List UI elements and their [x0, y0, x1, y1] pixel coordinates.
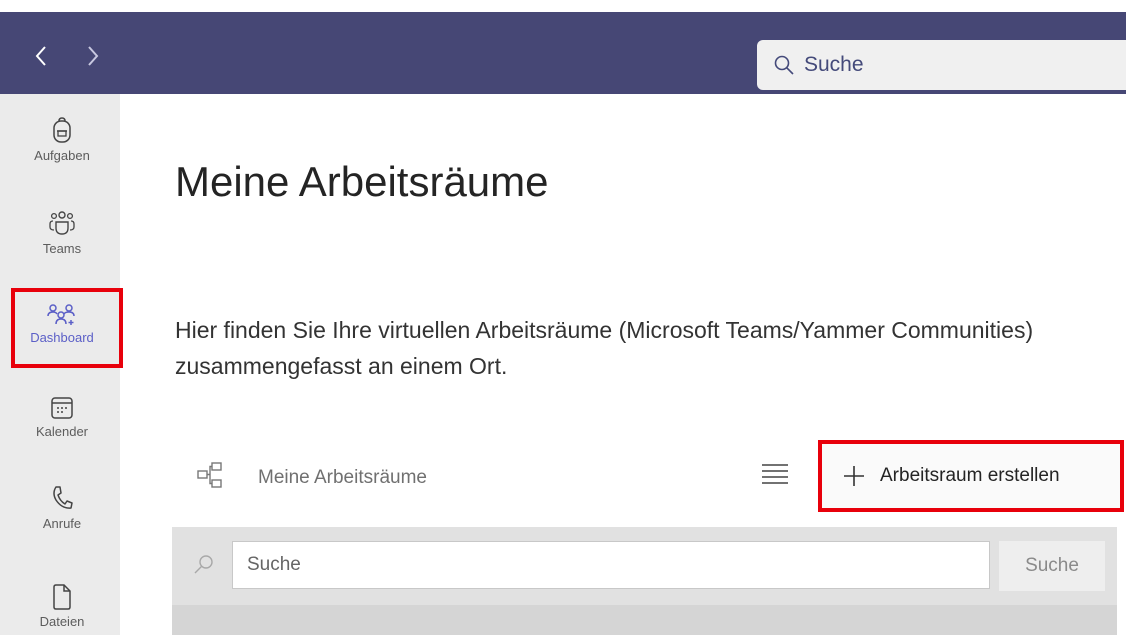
sidebar-item-teams[interactable]: Teams: [8, 209, 116, 256]
global-search-placeholder: Suche: [804, 53, 864, 76]
workspace-section-title: Meine Arbeitsräume: [258, 467, 427, 488]
sidebar-label: Dateien: [39, 614, 85, 629]
chevron-right-icon: [88, 46, 99, 66]
global-search-input[interactable]: Suche: [757, 40, 1126, 90]
sidebar-item-anrufe[interactable]: Anrufe: [8, 484, 116, 531]
plus-icon: [844, 466, 864, 486]
title-bar: Suche: [0, 12, 1126, 94]
sidebar-label: Kalender: [35, 424, 89, 439]
create-workspace-label: Arbeitsraum erstellen: [880, 465, 1060, 486]
workspace-search-button-label: Suche: [1025, 555, 1079, 576]
workspace-search-input[interactable]: Suche: [232, 541, 990, 589]
back-button[interactable]: [26, 41, 56, 71]
search-icon: [194, 555, 213, 574]
file-icon: [53, 584, 71, 610]
page-description: Hier finden Sie Ihre virtuellen Arbeitsr…: [175, 317, 1034, 379]
search-icon: [774, 55, 794, 75]
workspace-search-bar: Suche Suche: [172, 527, 1117, 605]
workspace-list-area: [172, 605, 1117, 635]
calendar-icon: [51, 397, 73, 419]
window-top-strip: [0, 0, 1126, 12]
forward-button[interactable]: [78, 41, 108, 71]
workspace-tree-icon: [197, 462, 222, 488]
sidebar-item-kalender[interactable]: Kalender: [8, 396, 116, 439]
page-title: Meine Arbeitsräume: [175, 158, 549, 205]
sidebar-label: Aufgaben: [34, 148, 90, 163]
workspace-header: Meine Arbeitsräume Arbeitsraum erstellen: [172, 440, 1126, 521]
sidebar-label: Teams: [42, 241, 82, 256]
sidebar-item-dateien[interactable]: Dateien: [8, 584, 116, 629]
backpack-icon: [53, 117, 71, 143]
sidebar-item-aufgaben[interactable]: Aufgaben: [8, 116, 116, 163]
chevron-left-icon: [35, 46, 46, 66]
teams-icon: [49, 211, 75, 235]
workspace-search-button[interactable]: Suche: [999, 541, 1105, 591]
workspace-search-placeholder: Suche: [247, 554, 301, 575]
dashboard-highlight-frame: [11, 288, 123, 368]
phone-icon: [53, 486, 73, 509]
sidebar-label: Anrufe: [42, 516, 82, 531]
list-view-icon[interactable]: [760, 459, 790, 489]
create-workspace-button[interactable]: Arbeitsraum erstellen: [818, 440, 1124, 512]
